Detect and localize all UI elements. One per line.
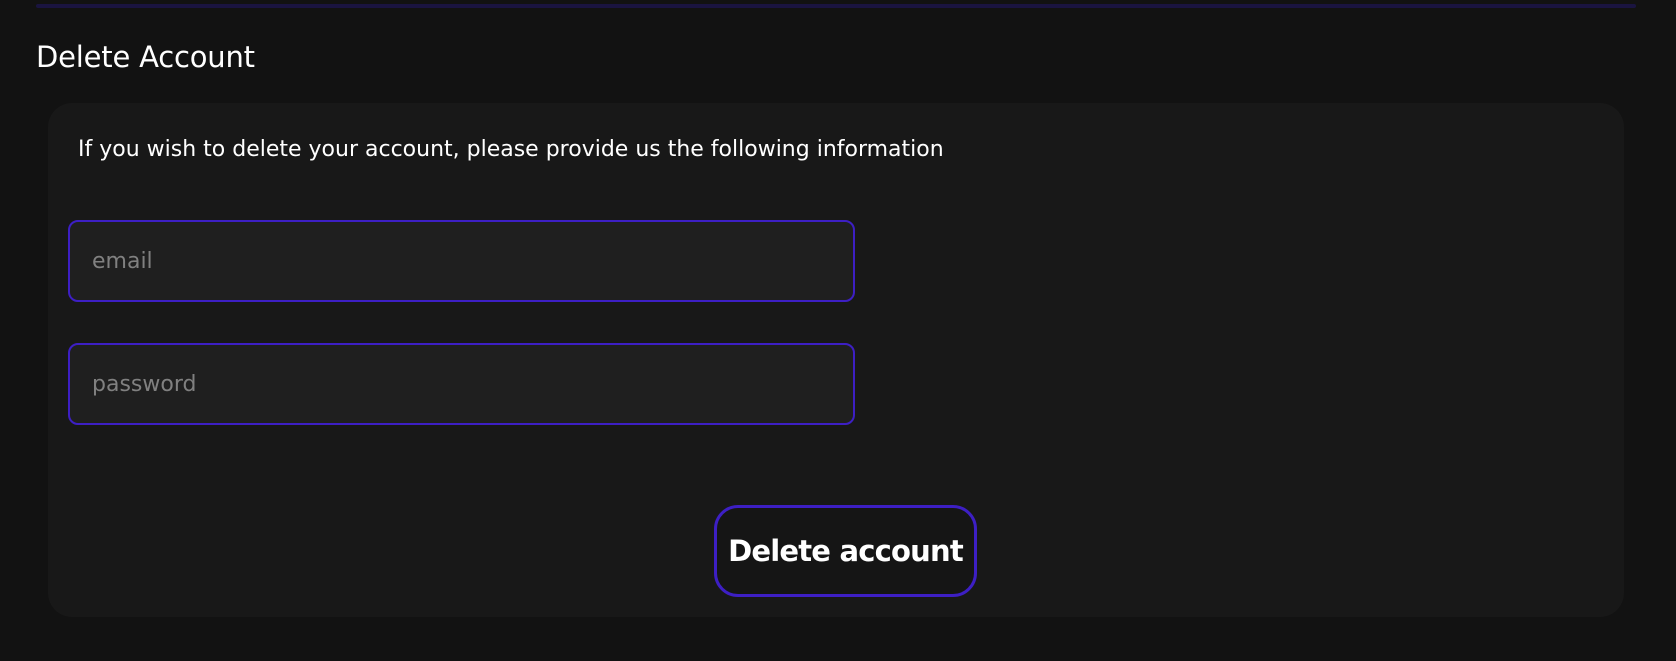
delete-account-card: If you wish to delete your account, plea… [48,103,1624,617]
email-field[interactable] [68,220,855,302]
delete-account-instructions: If you wish to delete your account, plea… [78,137,944,162]
password-field[interactable] [68,343,855,425]
delete-account-button[interactable]: Delete account [714,505,977,597]
top-divider [36,4,1636,8]
page-title: Delete Account [36,40,255,74]
